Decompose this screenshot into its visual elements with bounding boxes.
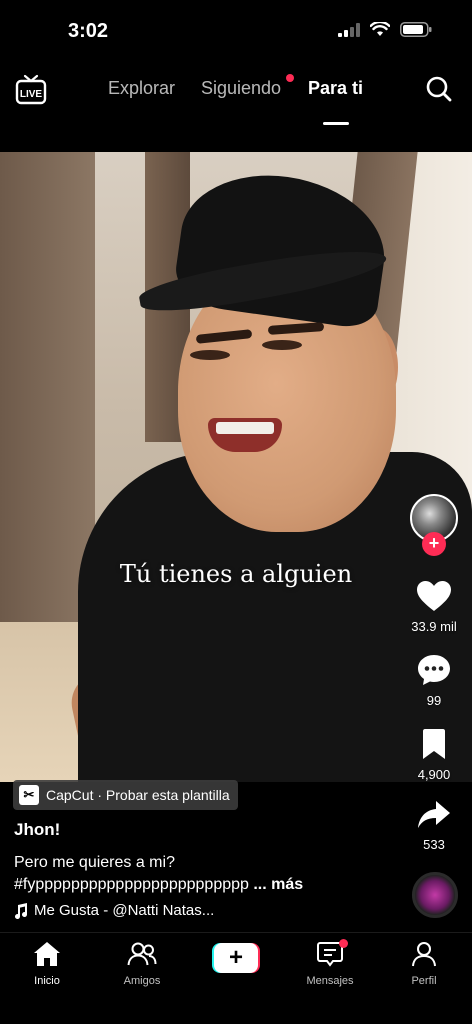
- tab-para-ti[interactable]: Para ti: [308, 78, 363, 99]
- active-tab-underline: [323, 122, 349, 125]
- capcut-template-label: CapCut · Probar esta plantilla: [46, 787, 230, 803]
- video-scene-eye: [262, 340, 302, 350]
- follow-plus-button[interactable]: +: [422, 532, 446, 556]
- tab-perfil[interactable]: Perfil: [384, 941, 464, 987]
- signal-icon: [338, 22, 360, 37]
- music-title: Me Gusta - @Natti Natas...: [34, 902, 215, 919]
- more-link[interactable]: ... más: [253, 876, 303, 893]
- create-button[interactable]: +: [212, 943, 260, 973]
- profile-icon: [412, 942, 436, 967]
- share-button[interactable]: 533: [396, 800, 472, 852]
- creator-avatar-button[interactable]: +: [410, 494, 458, 556]
- messages-notification-dot: [339, 939, 348, 948]
- music-info[interactable]: Me Gusta - @Natti Natas...: [14, 902, 214, 919]
- status-icons: [338, 22, 432, 37]
- tab-mensajes[interactable]: Mensajes: [290, 939, 370, 987]
- share-icon: [418, 801, 450, 828]
- live-button[interactable]: LIVE: [14, 72, 48, 106]
- tab-siguiendo[interactable]: Siguiendo: [201, 78, 281, 99]
- heart-icon: [417, 581, 451, 611]
- tab-label: Mensajes: [306, 975, 354, 987]
- bottom-tab-bar: Inicio Amigos + Mensajes Perfil: [0, 932, 472, 1024]
- comment-icon: [418, 655, 450, 685]
- search-button[interactable]: [424, 74, 454, 104]
- search-icon: [426, 76, 452, 102]
- comment-count: 99: [426, 693, 442, 708]
- post-description[interactable]: Pero me quieres a mi? #fyppppppppppppppp…: [14, 852, 394, 896]
- tab-label: Amigos: [123, 975, 161, 987]
- creator-username[interactable]: Jhon!: [14, 820, 60, 840]
- save-count: 4,900: [417, 767, 451, 782]
- live-label: LIVE: [20, 89, 43, 100]
- tab-inicio[interactable]: Inicio: [7, 941, 87, 987]
- music-note-icon: [15, 902, 28, 919]
- capcut-logo-icon: ✂: [19, 785, 39, 805]
- like-button[interactable]: 33.9 mil: [396, 580, 472, 634]
- live-icon: LIVE: [15, 74, 47, 105]
- share-count: 533: [423, 837, 445, 852]
- top-nav: LIVE Explorar Siguiendo Para ti: [0, 64, 472, 125]
- like-count: 33.9 mil: [411, 619, 457, 634]
- status-bar: 3:02: [0, 0, 472, 60]
- video-scene-teeth: [216, 422, 274, 434]
- tab-amigos[interactable]: Amigos: [102, 941, 182, 987]
- hashtag[interactable]: #fypppppppppppppppppppppppp: [14, 876, 249, 893]
- wifi-icon: [370, 22, 390, 36]
- siguiendo-notification-dot: [286, 74, 294, 82]
- tab-explorar[interactable]: Explorar: [108, 78, 175, 99]
- description-line: Pero me quieres a mi?: [14, 854, 175, 871]
- inbox-icon-wrap: [317, 939, 348, 972]
- plus-icon: +: [214, 943, 258, 973]
- tab-label: Inicio: [34, 975, 60, 987]
- bookmark-button[interactable]: 4,900: [396, 728, 472, 782]
- battery-icon: [400, 22, 432, 37]
- bookmark-icon: [423, 729, 445, 759]
- capcut-template-chip[interactable]: ✂ CapCut · Probar esta plantilla: [13, 780, 238, 810]
- music-disc-avatar[interactable]: [412, 872, 458, 918]
- tab-label: Perfil: [411, 975, 437, 987]
- status-time: 3:02: [68, 20, 109, 42]
- friends-icon: [127, 942, 157, 966]
- home-icon: [34, 942, 60, 966]
- video-scene-eye: [190, 350, 230, 360]
- comment-button[interactable]: 99: [396, 654, 472, 708]
